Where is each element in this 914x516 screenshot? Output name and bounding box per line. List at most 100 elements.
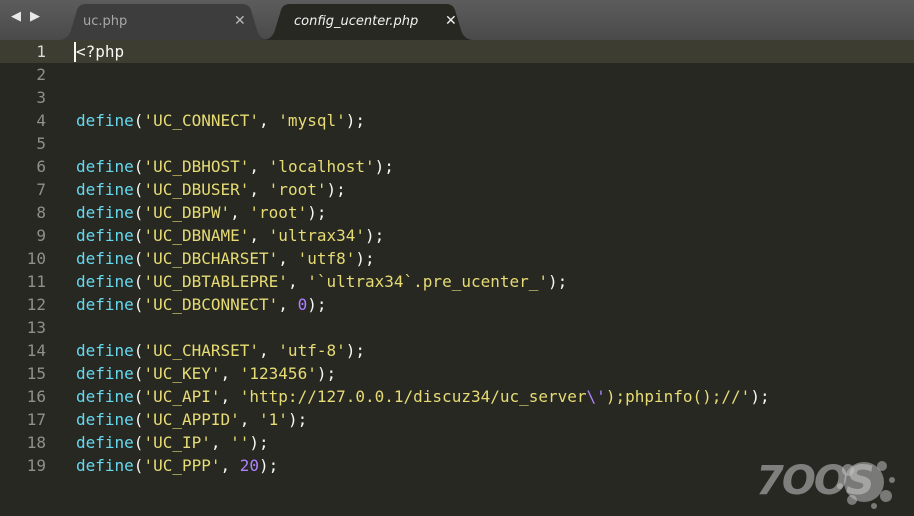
code-token: ( xyxy=(133,364,144,383)
code-token: ( xyxy=(133,180,144,199)
code-line[interactable]: 16 define('UC_API', 'http://127.0.0.1/dis… xyxy=(0,385,914,408)
code-token: 'UC_CONNECT' xyxy=(143,111,260,130)
line-number: 4 xyxy=(36,111,46,130)
code-token: ( xyxy=(133,295,144,314)
code-token: ); xyxy=(259,456,279,475)
code-token: ); xyxy=(355,249,375,268)
code-line[interactable]: 9 define('UC_DBNAME', 'ultrax34'); xyxy=(0,224,914,247)
line-number: 18 xyxy=(26,433,46,452)
line-number: 11 xyxy=(26,272,46,291)
code-token: 'UC_DBCONNECT' xyxy=(143,295,279,314)
back-arrow-icon[interactable]: ◀ xyxy=(11,10,21,24)
close-icon[interactable]: ✕ xyxy=(234,13,246,29)
code-token: '1' xyxy=(259,410,288,429)
code-token: ); xyxy=(750,387,770,406)
code-line[interactable]: 7 define('UC_DBUSER', 'root'); xyxy=(0,178,914,201)
code-token: 0 xyxy=(297,295,308,314)
forward-arrow-icon[interactable]: ▶ xyxy=(30,10,40,24)
code-token: 'utf8' xyxy=(297,249,356,268)
line-number: 14 xyxy=(26,341,46,360)
tab-label: config_ucenter.php xyxy=(294,14,419,29)
code-text: define('UC_DBHOST', 'localhost'); xyxy=(76,155,394,178)
code-token: ( xyxy=(133,157,144,176)
code-token: 'utf-8' xyxy=(278,341,346,360)
code-token: , xyxy=(287,272,308,291)
code-text: <?php xyxy=(76,40,124,63)
code-token: 'UC_DBPW' xyxy=(143,203,231,222)
code-token: define xyxy=(76,433,134,452)
text-cursor xyxy=(74,42,76,62)
code-line[interactable]: 4 define('UC_CONNECT', 'mysql'); xyxy=(0,109,914,132)
code-token: define xyxy=(76,341,134,360)
code-token: , xyxy=(259,111,279,130)
line-number: 5 xyxy=(36,134,46,153)
code-token: 'UC_APPID' xyxy=(143,410,240,429)
code-token: ); xyxy=(326,180,346,199)
code-line[interactable]: 15 define('UC_KEY', '123456'); xyxy=(0,362,914,385)
code-token: 'UC_CHARSET' xyxy=(143,341,260,360)
line-number: 1 xyxy=(36,42,46,61)
code-token: 'UC_DBHOST' xyxy=(143,157,250,176)
code-token: define xyxy=(76,295,134,314)
code-token: ( xyxy=(133,456,144,475)
code-text: define('UC_IP', ''); xyxy=(76,431,269,454)
code-line[interactable]: 5 xyxy=(0,132,914,155)
code-token: , xyxy=(220,387,240,406)
code-text: define('UC_PPP', 20); xyxy=(76,454,278,477)
code-token: ); xyxy=(374,157,394,176)
line-number: 10 xyxy=(26,249,46,268)
code-token: define xyxy=(76,157,134,176)
code-token: , xyxy=(220,364,240,383)
code-token: ( xyxy=(133,111,144,130)
code-token: 'UC_PPP' xyxy=(143,456,221,475)
code-token: ); xyxy=(249,433,269,452)
code-text: define('UC_API', 'http://127.0.0.1/discu… xyxy=(76,385,770,408)
code-token: define xyxy=(76,387,134,406)
tab-uc-php[interactable]: uc.php ✕ xyxy=(58,4,270,40)
code-token: 'localhost' xyxy=(268,157,375,176)
code-line[interactable]: 1 <?php xyxy=(0,40,914,63)
line-number: 6 xyxy=(36,157,46,176)
code-token: ); xyxy=(548,272,568,291)
code-token: , xyxy=(278,249,298,268)
code-token: , xyxy=(220,456,240,475)
code-line[interactable]: 17 define('UC_APPID', '1'); xyxy=(0,408,914,431)
code-line[interactable]: 14 define('UC_CHARSET', 'utf-8'); xyxy=(0,339,914,362)
code-line[interactable]: 3 xyxy=(0,86,914,109)
close-icon[interactable]: ✕ xyxy=(445,13,457,29)
code-line[interactable]: 12 define('UC_DBCONNECT', 0); xyxy=(0,293,914,316)
code-token: , xyxy=(249,157,269,176)
code-token: '' xyxy=(230,433,250,452)
code-token: , xyxy=(278,295,298,314)
tab-config-ucenter-php[interactable]: config_ucenter.php ✕ xyxy=(262,4,474,40)
code-token: define xyxy=(76,364,134,383)
code-token: ( xyxy=(133,226,144,245)
code-token: ); xyxy=(307,203,327,222)
watermark-logo: 7OOS xyxy=(756,456,896,512)
code-line[interactable]: 6 define('UC_DBHOST', 'localhost'); xyxy=(0,155,914,178)
code-token: 'root' xyxy=(268,180,327,199)
code-line[interactable]: 8 define('UC_DBPW', 'root'); xyxy=(0,201,914,224)
code-token: ( xyxy=(133,410,144,429)
code-text: define('UC_DBNAME', 'ultrax34'); xyxy=(76,224,384,247)
code-token: <?php xyxy=(76,42,125,61)
code-line[interactable]: 2 xyxy=(0,63,914,86)
code-line[interactable]: 10 define('UC_DBCHARSET', 'utf8'); xyxy=(0,247,914,270)
code-token: define xyxy=(76,249,134,268)
code-editor[interactable]: 1 <?php 2 3 4 define('UC_CONNECT', 'mysql'); 5… xyxy=(0,40,914,516)
code-token: define xyxy=(76,180,134,199)
tab-bar: ◀ ▶ uc.php ✕ config_ucenter.php ✕ xyxy=(0,0,914,40)
code-token: ( xyxy=(133,249,144,268)
code-token: '123456' xyxy=(239,364,317,383)
code-line[interactable]: 13 xyxy=(0,316,914,339)
code-text: define('UC_DBCHARSET', 'utf8'); xyxy=(76,247,375,270)
code-text: define('UC_DBUSER', 'root'); xyxy=(76,178,346,201)
code-token: ( xyxy=(133,387,144,406)
code-token: 'http://127.0.0.1/discuz34/uc_server xyxy=(239,387,587,406)
code-token: 'UC_DBTABLEPRE' xyxy=(143,272,288,291)
code-text: define('UC_CHARSET', 'utf-8'); xyxy=(76,339,365,362)
code-line[interactable]: 18 define('UC_IP', ''); xyxy=(0,431,914,454)
code-token: 'UC_IP' xyxy=(143,433,211,452)
code-token: ); xyxy=(345,111,365,130)
code-line[interactable]: 11 define('UC_DBTABLEPRE', '`ultrax34`.pr… xyxy=(0,270,914,293)
